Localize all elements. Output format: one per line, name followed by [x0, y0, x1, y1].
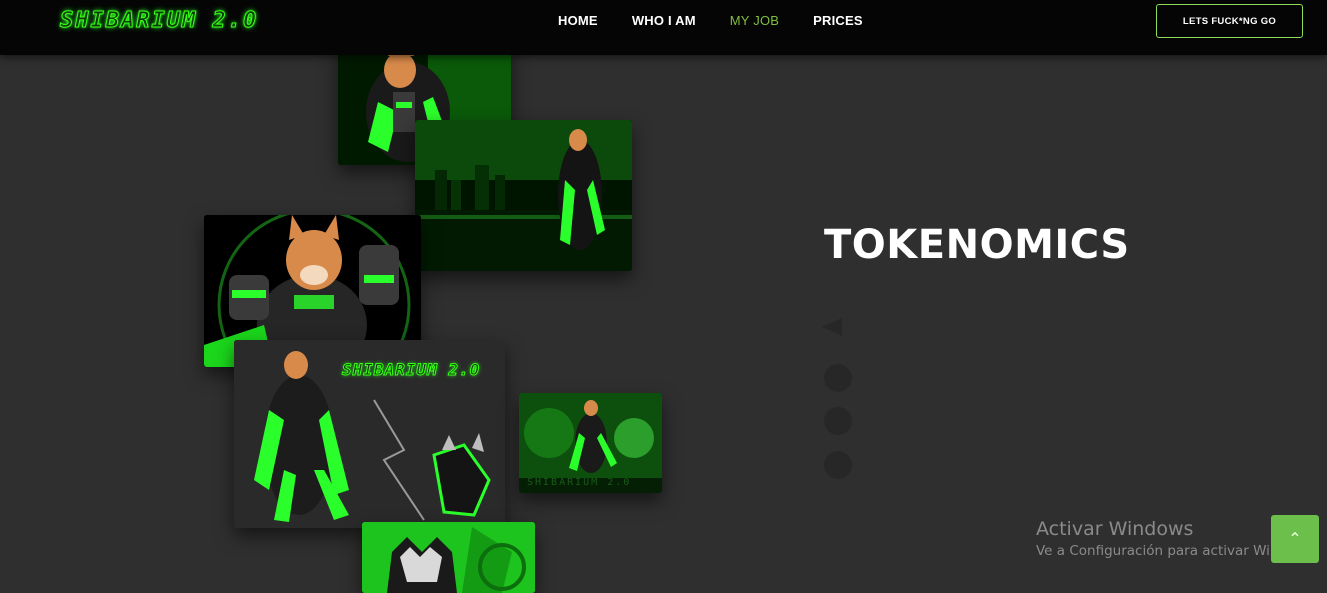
os-activation-title: Activar Windows [1036, 518, 1194, 540]
list-bullet-dot [824, 364, 852, 392]
gallery-image-shibarium-banner[interactable]: SHIBARIUM 2.0 [234, 340, 505, 528]
nav-home[interactable]: HOME [558, 13, 598, 28]
top-navbar: SHIBARIUM 2.0 HOME WHO I AM MY JOB PRICE… [0, 0, 1327, 55]
small-caption-text: SHIBARIUM 2.0 [527, 477, 632, 488]
banner-logo-text: SHIBARIUM 2.0 [341, 360, 481, 380]
list-bullet-dot [824, 451, 852, 479]
lets-go-button[interactable]: LETS FUCK*NG GO [1156, 4, 1303, 38]
list-bullet-triangle [822, 318, 842, 336]
list-bullet-dot [824, 407, 852, 435]
main-nav: HOME WHO I AM MY JOB PRICES [558, 13, 897, 28]
chevron-up-icon: ⌃ [1288, 531, 1302, 548]
nav-prices[interactable]: PRICES [813, 13, 863, 28]
gallery-image-wolf-mask[interactable] [362, 522, 535, 593]
gallery-image-city-night[interactable] [415, 120, 632, 271]
site-logo[interactable]: SHIBARIUM 2.0 [59, 8, 258, 34]
tokenomics-title: TOKENOMICS [824, 222, 1130, 268]
scroll-to-top-button[interactable]: ⌃ [1271, 515, 1319, 563]
nav-who-i-am[interactable]: WHO I AM [632, 13, 696, 28]
wolf-mask-artwork [362, 522, 535, 593]
gallery-image-green-fighter[interactable]: SHIBARIUM 2.0 [519, 393, 662, 493]
nav-my-job[interactable]: MY JOB [730, 13, 779, 28]
city-night-artwork [415, 120, 632, 271]
